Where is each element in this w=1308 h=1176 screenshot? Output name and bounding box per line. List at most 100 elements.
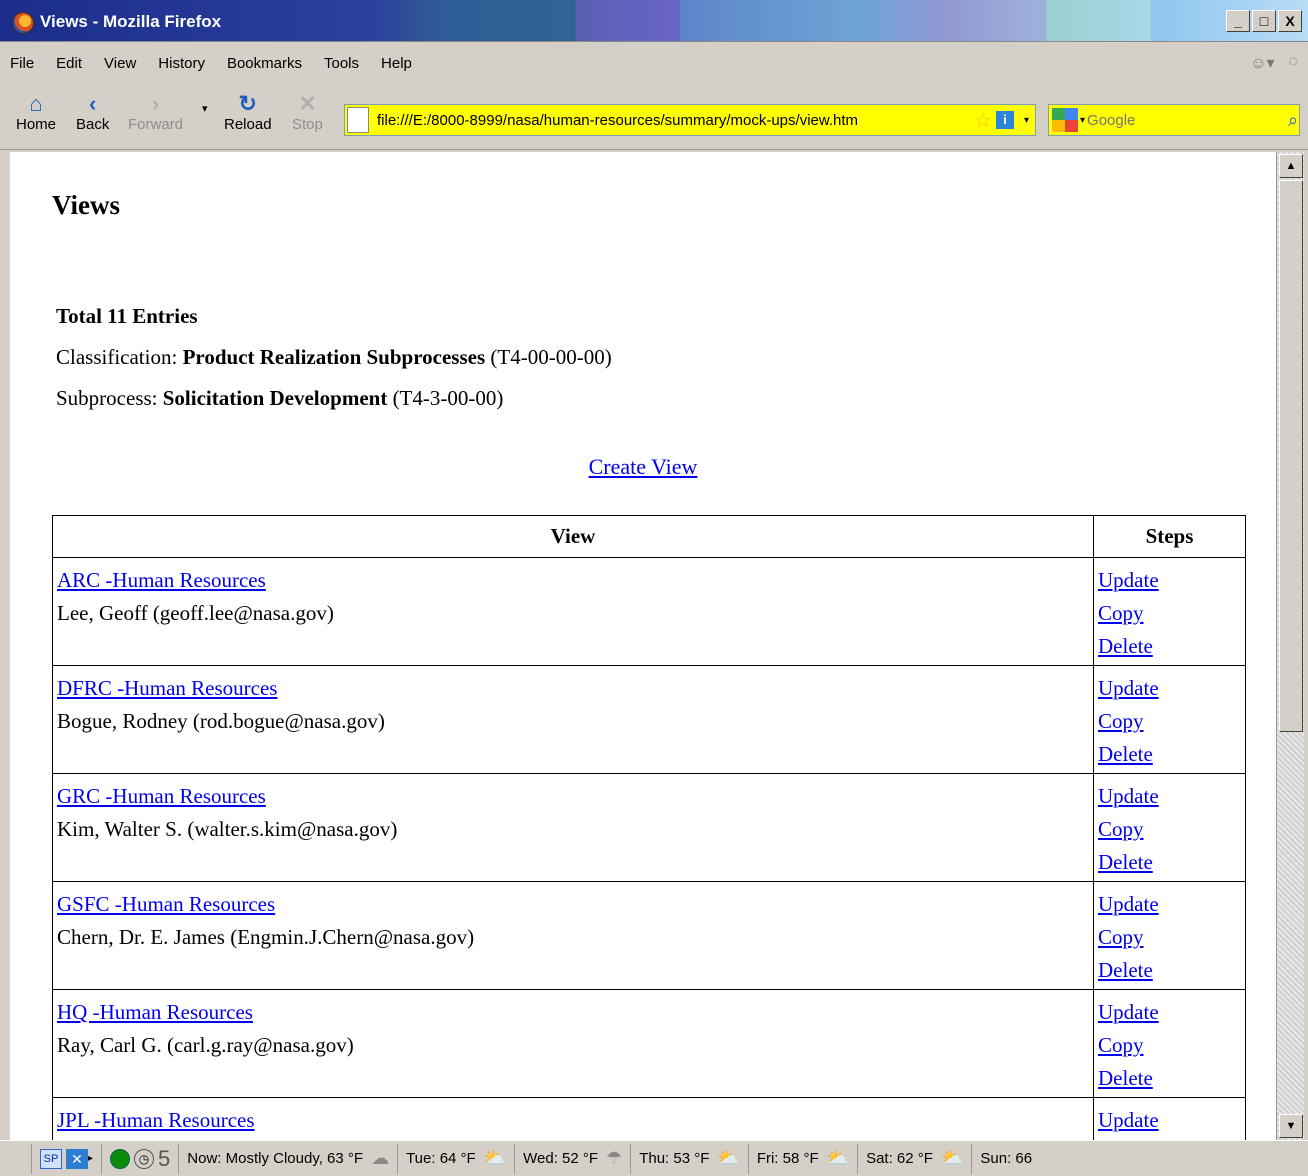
copy-link[interactable]: Copy <box>1098 601 1144 625</box>
forward-button[interactable]: › Forward <box>128 92 183 134</box>
stop-button[interactable]: ✕ Stop <box>292 92 323 134</box>
search-input[interactable] <box>1085 110 1289 130</box>
table-row: DFRC -Human Resources Bogue, Rodney (rod.… <box>52 665 1246 774</box>
info-icon[interactable]: i <box>995 111 1014 129</box>
weather-fri[interactable]: Fri: 58 °F ⛅ <box>749 1143 859 1174</box>
maximize-button[interactable]: □ <box>1252 10 1276 32</box>
url-dropdown-icon[interactable]: ▾ <box>1024 115 1029 126</box>
menu-history[interactable]: History <box>158 55 205 72</box>
firefox-icon <box>12 12 34 34</box>
update-link[interactable]: Update <box>1098 1108 1159 1132</box>
status-green-icon <box>110 1148 131 1169</box>
home-button[interactable]: ⌂ Home <box>16 92 56 134</box>
scroll-down-arrow[interactable]: ▼ <box>1279 1114 1303 1138</box>
partly-sunny-icon: ⛅ <box>717 1148 740 1168</box>
view-link[interactable]: GRC -Human Resources <box>57 784 266 808</box>
view-owner: Bogue, Rodney (rod.bogue@nasa.gov) <box>57 709 385 733</box>
view-cell: ARC -Human Resources Lee, Geoff (geoff.le… <box>52 557 1094 666</box>
weather-now-label: Now: Mostly Cloudy, 63 °F <box>187 1150 364 1167</box>
steps-cell: Update Copy Delete <box>1093 665 1246 774</box>
search-engine-selector[interactable]: ▾ <box>1052 106 1085 134</box>
menu-bookmarks[interactable]: Bookmarks <box>227 55 302 72</box>
history-dropdown[interactable]: ▾ <box>202 102 208 115</box>
delete-link[interactable]: Delete <box>1098 742 1153 766</box>
table-row: HQ -Human Resources Ray, Carl G. (carl.g.… <box>52 989 1246 1098</box>
subprocess-name: Solicitation Development <box>162 386 388 410</box>
menu-help[interactable]: Help <box>381 55 412 72</box>
menu-bar: File Edit View History Bookmarks Tools H… <box>0 46 1308 80</box>
update-link[interactable]: Update <box>1098 784 1159 808</box>
forecast-days: 5 <box>158 1145 171 1171</box>
partly-sunny-icon: ⛅ <box>483 1148 507 1168</box>
table-header-row: View Steps <box>52 515 1246 558</box>
update-link[interactable]: Update <box>1098 568 1159 592</box>
delete-link[interactable]: Delete <box>1098 634 1153 658</box>
menu-tools[interactable]: Tools <box>324 55 359 72</box>
weather-wed[interactable]: Wed: 52 °F ☂ <box>515 1143 632 1174</box>
weather-thu[interactable]: Thu: 53 °F ⛅ <box>631 1143 749 1174</box>
addon-dropdown-icon[interactable]: ▸ <box>88 1153 93 1164</box>
cloudy-icon: ☁ <box>371 1148 390 1168</box>
weather-fri-label: Fri: 58 °F <box>756 1150 819 1167</box>
url-bar[interactable]: ☆ i ▾ <box>344 104 1036 136</box>
delete-link[interactable]: Delete <box>1098 958 1153 982</box>
menu-file[interactable]: File <box>10 55 34 72</box>
reload-button[interactable]: ↻ Reload <box>224 92 272 134</box>
view-link[interactable]: GSFC -Human Resources <box>57 892 275 916</box>
weather-now[interactable]: Now: Mostly Cloudy, 63 °F ☁ <box>179 1143 399 1174</box>
minimize-button[interactable]: _ <box>1226 10 1250 32</box>
view-link[interactable]: ARC -Human Resources <box>57 568 266 592</box>
sidebar-edge <box>0 152 10 1140</box>
url-input[interactable] <box>375 110 975 130</box>
sp-icon[interactable]: SP <box>40 1148 62 1169</box>
window-controls: _ □ X <box>1226 10 1302 32</box>
classification-line: Classification: Product Realization Subp… <box>56 337 612 378</box>
copy-link[interactable]: Copy <box>1098 709 1144 733</box>
close-button[interactable]: X <box>1278 10 1302 32</box>
menu-view[interactable]: View <box>104 55 136 72</box>
weather-sat[interactable]: Sat: 62 °F ⛅ <box>858 1143 973 1174</box>
view-owner: Kim, Walter S. (walter.s.kim@nasa.gov) <box>57 817 398 841</box>
copy-link[interactable]: Copy <box>1098 925 1144 949</box>
steps-cell: UpdateCopyDelete <box>1093 1097 1246 1140</box>
extension-icon[interactable]: ✕ <box>66 1148 88 1169</box>
addon-icons: SP ✕ ▸ <box>32 1143 103 1174</box>
update-link[interactable]: Update <box>1098 676 1159 700</box>
subprocess-line: Subprocess: Solicitation Development (T4… <box>56 378 612 419</box>
scroll-up-arrow[interactable]: ▲ <box>1279 154 1303 178</box>
classification-name: Product Realization Subprocesses <box>182 345 486 369</box>
table-row: GRC -Human Resources Kim, Walter S. (walt… <box>52 773 1246 882</box>
google-icon <box>1052 108 1078 132</box>
view-link[interactable]: JPL -Human Resources <box>57 1108 255 1132</box>
weather-sun-label: Sun: 66 <box>980 1150 1033 1167</box>
back-button[interactable]: ‹ Back <box>76 92 109 134</box>
status-bar: SP ✕ ▸ ◷ 5 Now: Mostly Cloudy, 63 °F ☁ Tu… <box>0 1140 1308 1176</box>
copy-link[interactable]: Copy <box>1098 817 1144 841</box>
window-title: Views - Mozilla Firefox <box>40 12 222 31</box>
bookmark-star-icon[interactable]: ☆ <box>974 108 992 133</box>
activity-icon[interactable]: ☺▾ <box>1250 53 1274 73</box>
delete-link[interactable]: Delete <box>1098 850 1153 874</box>
view-link[interactable]: DFRC -Human Resources <box>57 676 277 700</box>
menu-edit[interactable]: Edit <box>56 55 82 72</box>
partly-sunny-icon: ⛅ <box>826 1148 850 1168</box>
weather-widget[interactable]: ◷ 5 <box>102 1143 180 1174</box>
update-link[interactable]: Update <box>1098 892 1159 916</box>
weather-sun[interactable]: Sun: 66 <box>972 1144 1040 1174</box>
weather-tue[interactable]: Tue: 64 °F ⛅ <box>398 1143 516 1174</box>
search-icon[interactable]: ⌕ <box>1288 110 1298 131</box>
search-bar[interactable]: ▾ ⌕ <box>1048 104 1300 136</box>
create-view-link[interactable]: Create View <box>589 454 698 479</box>
copy-link[interactable]: Copy <box>1098 1033 1144 1057</box>
weather-sat-label: Sat: 62 °F <box>866 1150 933 1167</box>
page-title: Views <box>52 190 120 220</box>
scroll-thumb[interactable] <box>1279 180 1303 732</box>
vertical-scrollbar[interactable]: ▲ ▼ <box>1276 152 1304 1140</box>
view-link[interactable]: HQ -Human Resources <box>57 1000 253 1024</box>
view-owner: Lee, Geoff (geoff.lee@nasa.gov) <box>57 601 334 625</box>
view-owner: Chern, Dr. E. James (Engmin.J.Chern@nasa… <box>57 925 475 949</box>
delete-link[interactable]: Delete <box>1098 1066 1153 1090</box>
update-link[interactable]: Update <box>1098 1000 1159 1024</box>
page-content: Views Total 11 Entries Classification: P… <box>10 152 1276 1140</box>
table-row: GSFC -Human Resources Chern, Dr. E. James… <box>52 881 1246 990</box>
